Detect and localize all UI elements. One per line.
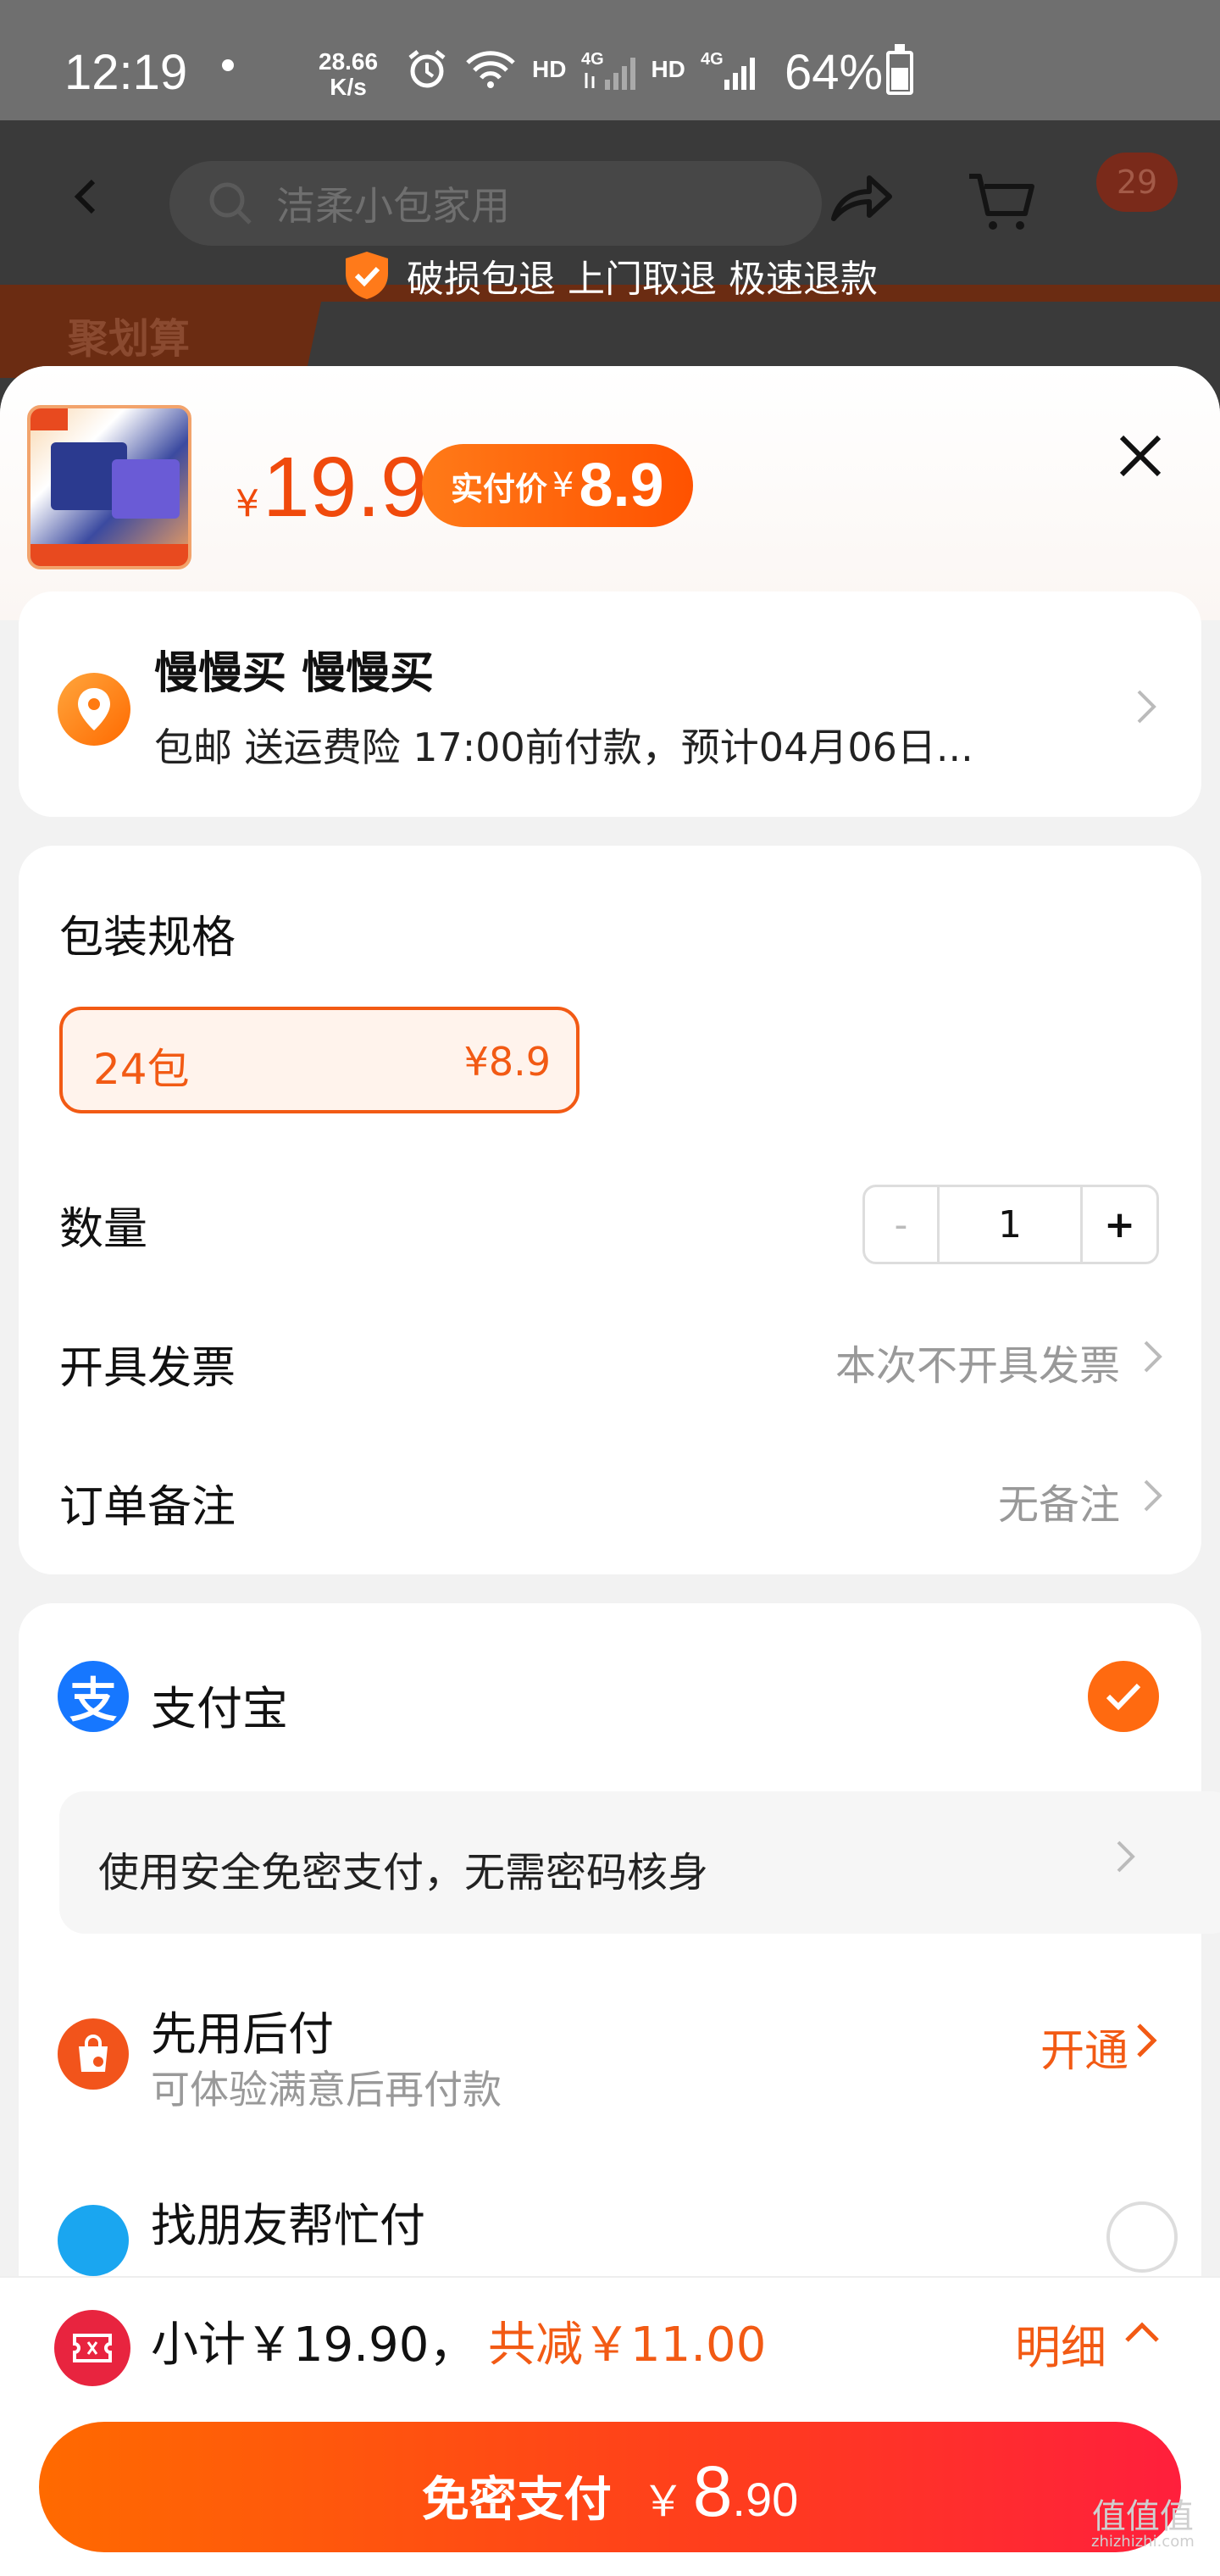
promo-label: 聚划算: [68, 315, 191, 363]
pay-button-amount-int: 8: [692, 2451, 733, 2531]
svg-text:4G: 4G: [581, 50, 604, 69]
spec-card: 包装规格 24包 ¥8.9 数量 - 1 + 开具发票 本次不开具发票 订单备注…: [19, 846, 1201, 1574]
alipay-icon: 支: [58, 1661, 129, 1732]
search-input[interactable]: 洁柔小包家用: [169, 161, 822, 246]
spec-option-price: ¥8.9: [463, 1039, 551, 1085]
guarantee-text: 破损包退 上门取退 极速退款: [407, 258, 878, 301]
status-bar: 12:19 28.66 K/s HD 4G HD 4G 64%: [0, 0, 1220, 120]
checkout-bottom-bar: 小计￥19.90， 共减￥11.00 明细 免密支付 ￥ 8 .90: [0, 2276, 1220, 2576]
coupon-icon: [54, 2310, 130, 2386]
location-pin-icon: [58, 673, 130, 746]
quantity-plus-button[interactable]: +: [1080, 1187, 1156, 1262]
quantity-value[interactable]: 1: [940, 1187, 1080, 1262]
price-symbol: ¥: [236, 482, 259, 525]
invoice-label: 开具发票: [59, 1343, 236, 1394]
svg-text:4G: 4G: [701, 50, 724, 69]
selected-check-icon[interactable]: [1088, 1661, 1159, 1732]
subtotal-text: 小计￥19.90，: [151, 2318, 477, 2373]
share-icon[interactable]: [829, 171, 893, 225]
actual-pay-value: 8.9: [579, 452, 664, 519]
pay-button-symbol: ￥: [641, 2477, 685, 2526]
actual-pay-label: 实付价: [451, 469, 548, 508]
chevron-right-icon: [1144, 1341, 1162, 1373]
battery-icon: [886, 44, 913, 95]
secure-payment-text: 使用安全免密支付，无需密码核身: [98, 1849, 709, 1896]
network-speed-value: 28.66: [319, 48, 379, 75]
wifi-icon: [466, 51, 515, 88]
chevron-right-icon: [1117, 1840, 1135, 1873]
search-icon: [209, 182, 252, 225]
signal-4g-icon-2: 4G: [701, 50, 755, 90]
alarm-icon: [408, 50, 446, 88]
product-thumbnail: [27, 405, 191, 569]
secure-payment-row[interactable]: 使用安全免密支付，无需密码核身: [59, 1791, 1220, 1934]
quantity-minus-button[interactable]: -: [865, 1187, 940, 1262]
chevron-right-icon: [1137, 2024, 1157, 2057]
pay-button[interactable]: 免密支付 ￥ 8 .90: [39, 2422, 1181, 2552]
cart-badge: 29: [1096, 153, 1178, 212]
watermark-sub: zhizhizhi.com: [1091, 2533, 1195, 2551]
back-arrow-icon[interactable]: [68, 178, 105, 215]
watermark-main: 值值值: [1091, 2497, 1194, 2536]
notification-dot-icon: [222, 59, 234, 71]
search-placeholder: 洁柔小包家用: [276, 183, 510, 229]
quantity-stepper: - 1 +: [862, 1185, 1159, 1264]
discount-text: 共减￥11.00: [488, 2318, 767, 2373]
alipay-name: 支付宝: [151, 1682, 288, 1735]
hd-label: HD: [532, 56, 567, 82]
service-guarantee: 破损包退 上门取退 极速退款: [0, 246, 1220, 305]
pay-later-title: 先用后付: [151, 2007, 334, 2061]
chevron-right-icon: [1137, 690, 1156, 724]
remark-label: 订单备注: [59, 1482, 236, 1533]
checkout-sheet: ¥ 19.9 实付价 ¥ 8.9 慢慢买 慢慢买 包邮 送运费险 17:00前付…: [0, 366, 1220, 2576]
network-speed-unit: K/s: [330, 74, 367, 100]
friend-pay-icon: [58, 2205, 129, 2276]
shopping-bag-icon: [58, 2018, 129, 2090]
address-card[interactable]: 慢慢买 慢慢买 包邮 送运费险 17:00前付款，预计04月06日...: [19, 591, 1201, 817]
recipient-name: 慢慢买 慢慢买: [154, 648, 435, 699]
status-time: 12:19: [64, 45, 188, 100]
status-icons: HD 4G HD 4G: [405, 47, 755, 92]
invoice-value: 本次不开具发票: [835, 1342, 1120, 1390]
remark-value: 无备注: [997, 1481, 1120, 1529]
pay-button-amount-dec: .90: [732, 2473, 799, 2526]
battery-percent: 64%: [785, 45, 884, 100]
chevron-right-icon: [1144, 1480, 1162, 1512]
actual-pay-badge: 实付价 ¥ 8.9: [422, 444, 693, 527]
spec-option-name: 24包: [93, 1045, 190, 1094]
hd-label-2: HD: [651, 56, 685, 82]
spec-title: 包装规格: [59, 913, 236, 963]
pay-later-open-link[interactable]: 开通: [1040, 2015, 1128, 2079]
pay-later-subtitle: 可体验满意后再付款: [151, 2067, 502, 2112]
price-value: 19.9: [263, 440, 428, 535]
friend-pay-title: 找朋友帮忙付: [151, 2199, 425, 2252]
close-icon[interactable]: [1117, 432, 1164, 480]
watermark-logo: 值值值 zhizhizhi.com: [1091, 2500, 1195, 2551]
signal-4g-icon: 4G: [581, 50, 636, 90]
shipping-detail: 包邮 送运费险 17:00前付款，预计04月06日...: [154, 724, 973, 770]
network-speed: 28.66 K/s: [319, 49, 378, 100]
actual-pay-symbol: ¥: [552, 466, 574, 505]
price-detail-link[interactable]: 明细: [1015, 2310, 1106, 2377]
product-price: ¥ 19.9: [236, 439, 428, 536]
spec-option-24[interactable]: 24包 ¥8.9: [59, 1007, 580, 1113]
quantity-label: 数量: [59, 1204, 148, 1255]
cart-icon[interactable]: [966, 169, 1037, 232]
radio-button[interactable]: [1106, 2201, 1178, 2273]
chevron-up-icon: [1125, 2322, 1159, 2342]
pay-button-label: 免密支付: [421, 2473, 612, 2528]
shield-check-icon: [346, 252, 388, 299]
